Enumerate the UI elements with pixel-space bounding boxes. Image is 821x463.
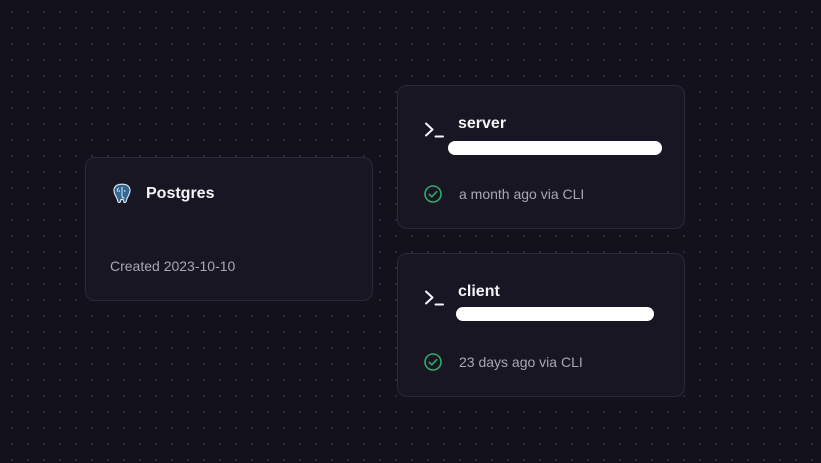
postgres-elephant-icon <box>110 182 134 206</box>
service-card-postgres[interactable]: Postgres Created 2023-10-10 <box>85 157 373 301</box>
redacted-block <box>456 307 654 321</box>
service-card-client[interactable]: client 23 days ago via CLI <box>397 253 685 397</box>
check-circle-icon <box>423 184 443 204</box>
created-date: Created 2023-10-10 <box>110 258 236 274</box>
deployment-status: a month ago via CLI <box>423 184 584 204</box>
status-text: a month ago via CLI <box>459 186 585 202</box>
service-name: Postgres <box>146 185 215 202</box>
service-header: Postgres <box>110 182 214 206</box>
deployment-status: 23 days ago via CLI <box>423 352 583 372</box>
terminal-icon <box>424 284 446 306</box>
service-card-server[interactable]: server a month ago via CLI <box>397 85 685 229</box>
status-text: 23 days ago via CLI <box>459 354 583 370</box>
redacted-block <box>448 141 662 155</box>
terminal-icon <box>424 116 446 138</box>
service-header: server <box>424 112 507 138</box>
service-name: client <box>458 283 500 300</box>
service-header: client <box>424 280 500 306</box>
service-name: server <box>458 115 507 132</box>
check-circle-icon <box>423 352 443 372</box>
